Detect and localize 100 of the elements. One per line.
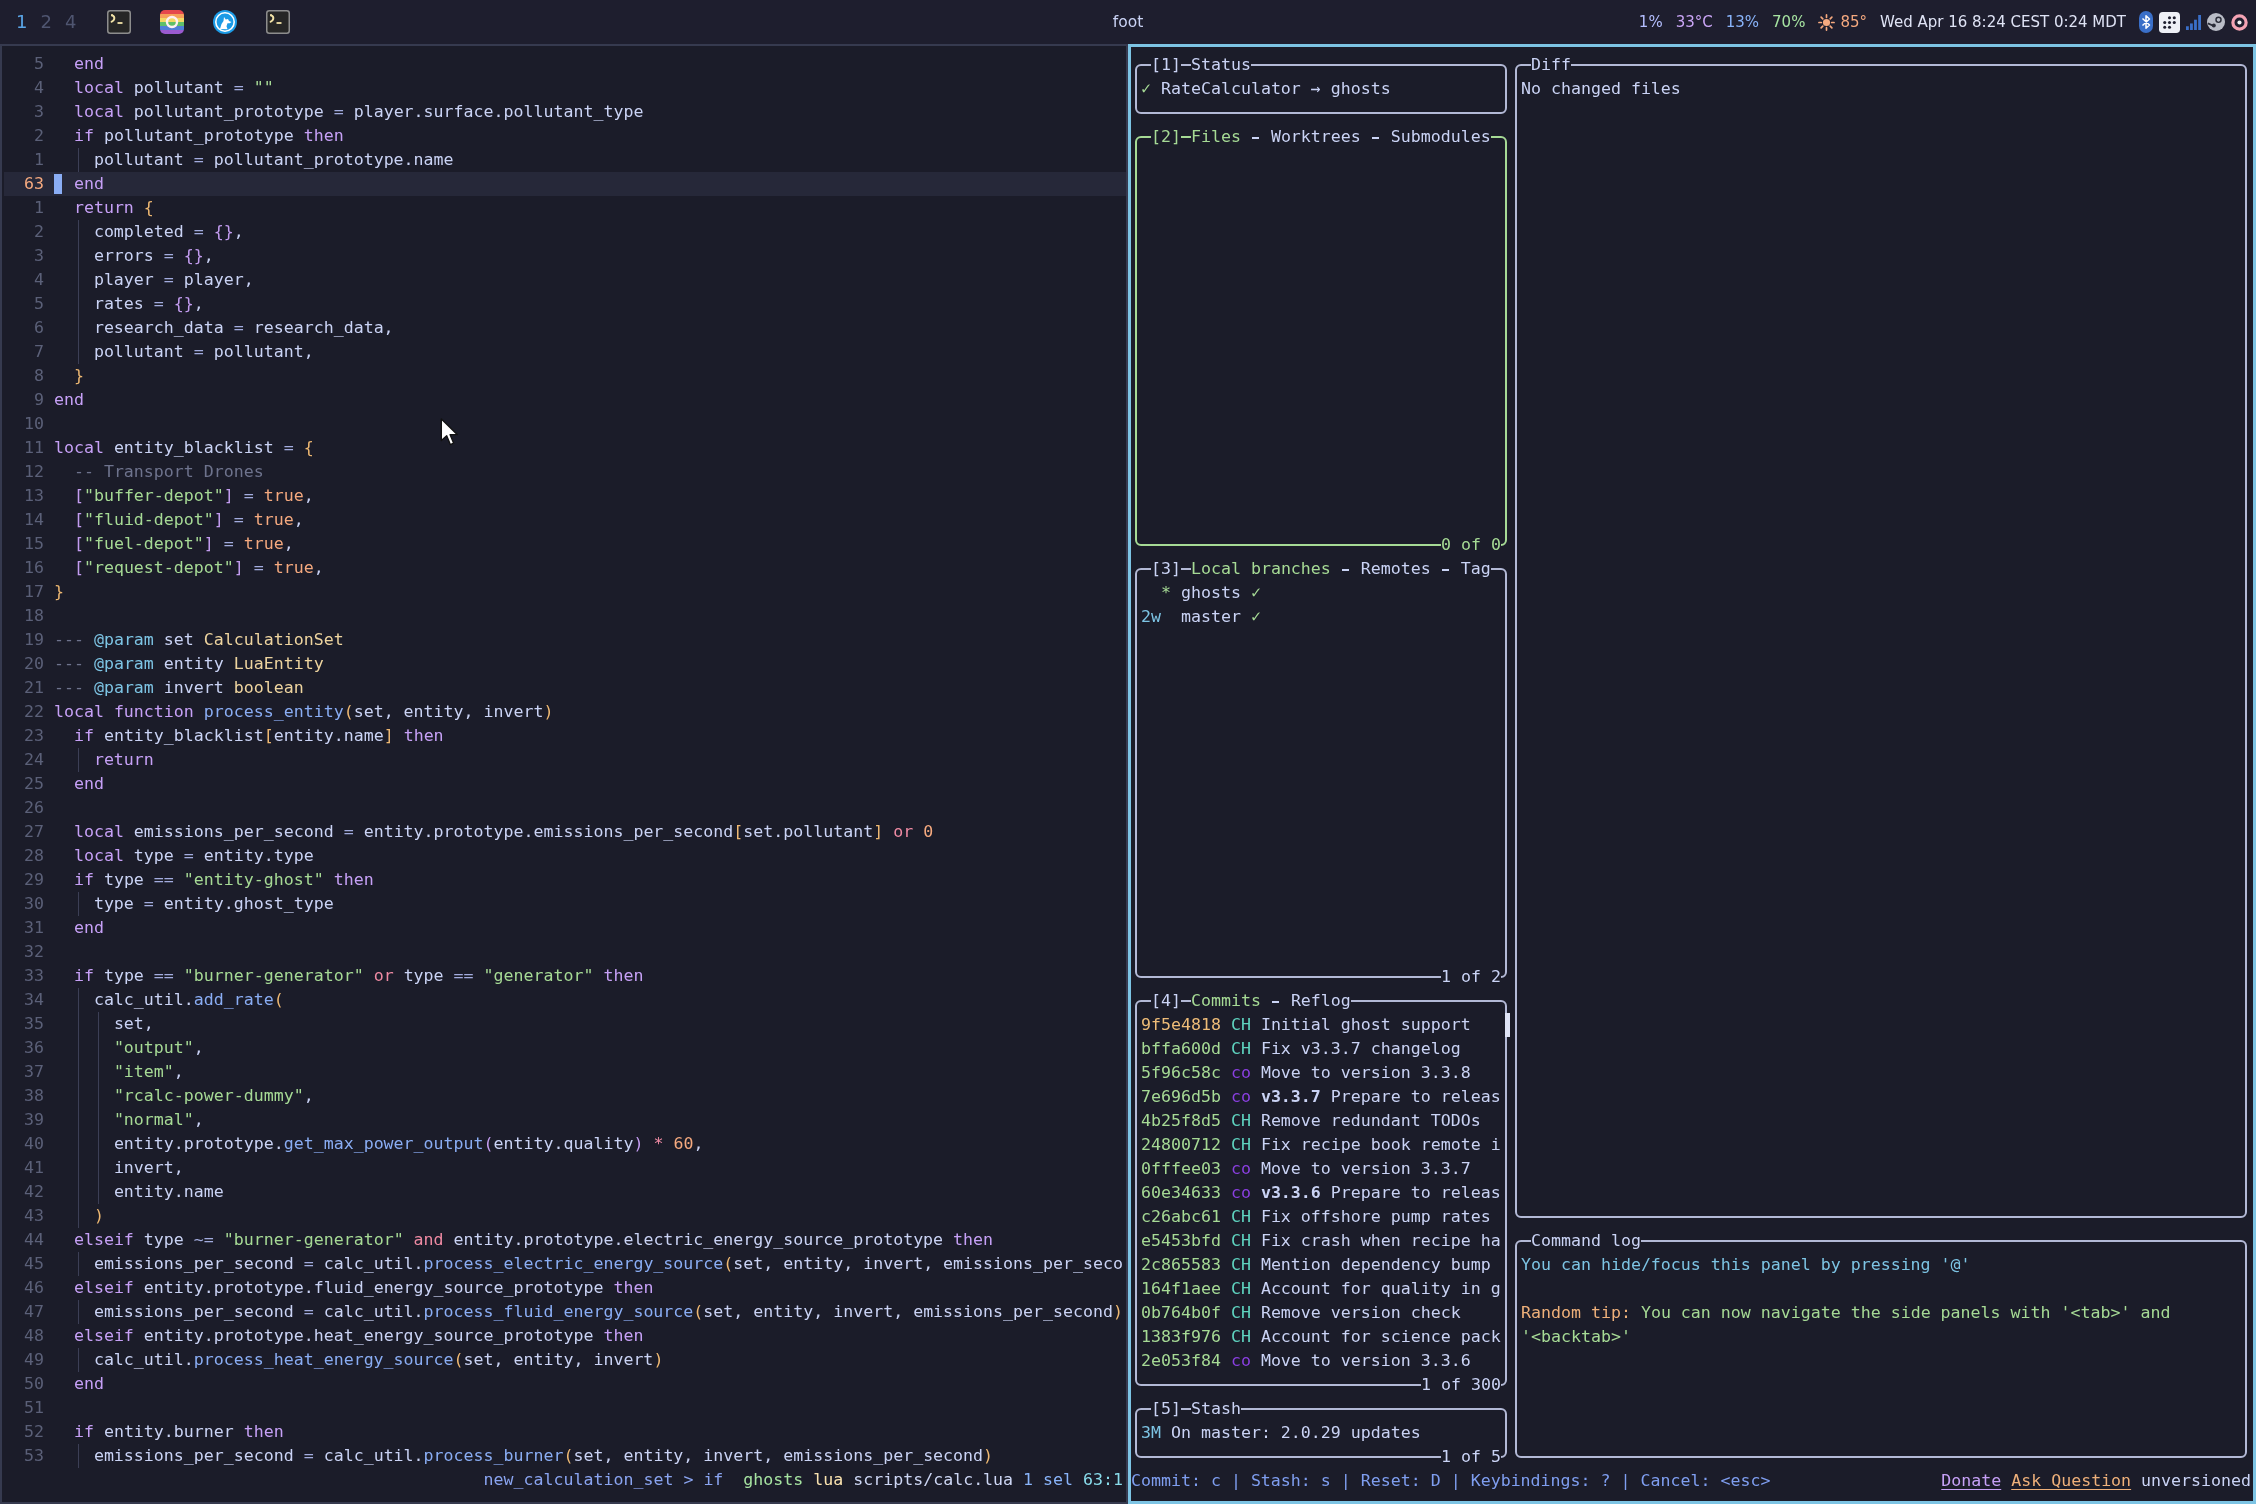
line-number: 63 xyxy=(22,173,44,195)
line-number: 12 xyxy=(22,461,44,483)
tip-text: Random tip: You can now navigate the side panels with '<tab>' and '<backtab>' xyxy=(1521,1302,2172,1348)
code-line: "normal", xyxy=(113,1109,204,1131)
commit-author: CH xyxy=(1230,1134,1251,1156)
terminal-icon[interactable] xyxy=(266,10,291,34)
line-number: 51 xyxy=(22,1397,44,1419)
code-line: completed = {}, xyxy=(93,221,244,243)
code-line: "output", xyxy=(113,1037,204,1059)
scrollbar-thumb[interactable] xyxy=(1505,1013,1510,1037)
ring-app-icon[interactable] xyxy=(2231,13,2248,31)
commit-author: co xyxy=(1230,1350,1251,1372)
code-line: pollutant = pollutant, xyxy=(93,341,314,363)
signal-bars-icon[interactable] xyxy=(2186,14,2201,30)
line-number: 26 xyxy=(22,797,44,819)
line-number: 29 xyxy=(22,869,44,891)
statusline-text: new_calculation_set > if xyxy=(483,1469,724,1491)
stash-message: On master: 2.0.29 updates xyxy=(1170,1422,1421,1444)
line-number: 42 xyxy=(22,1181,44,1203)
line-number: 9 xyxy=(32,389,44,411)
commit-author: CH xyxy=(1230,1278,1251,1300)
line-number: 5 xyxy=(32,293,44,315)
code-line: if type == "burner-generator" or type == "generator" then xyxy=(73,965,644,987)
commit-author: CH xyxy=(1230,1254,1251,1276)
code-line: elseif type ~= "burner-generator" and entity.prototype.electric_energy_source_prototype then xyxy=(73,1229,994,1251)
code-line: invert, xyxy=(113,1157,184,1179)
line-number: 2 xyxy=(32,125,44,147)
code-line: type = entity.ghost_type xyxy=(93,893,334,915)
line-number: 5 xyxy=(32,53,44,75)
commit-hash: c26abc61 xyxy=(1141,1206,1221,1228)
commit-hash: 24800712 xyxy=(1141,1134,1221,1156)
line-number: 1 xyxy=(32,197,44,219)
wolf-badge-icon[interactable] xyxy=(213,10,238,34)
keybinding-hints: Commit: c | Stash: s | Reset: D | Keybindings: ? | Cancel: <esc> xyxy=(1131,1470,1771,1492)
line-number: 28 xyxy=(22,845,44,867)
line-number: 22 xyxy=(22,701,44,723)
temperature-reading: 85° xyxy=(1840,13,1867,31)
code-line: ["fluid-depot"] = true, xyxy=(73,509,304,531)
code-line: end xyxy=(73,773,104,795)
line-number: 17 xyxy=(22,581,44,603)
line-number: 49 xyxy=(22,1349,44,1371)
code-line: end xyxy=(73,917,104,939)
commit-author: CH xyxy=(1230,1038,1251,1060)
commit-hash: 0b764b0f xyxy=(1141,1302,1221,1324)
commit-hash: 7e696d5b xyxy=(1141,1086,1221,1108)
code-line: entity.prototype.get_max_power_output(entity.quality) * 60, xyxy=(113,1133,704,1155)
line-number: 47 xyxy=(22,1301,44,1323)
terminal-icon[interactable] xyxy=(107,10,132,34)
commit-message: Remove version check xyxy=(1260,1302,1461,1324)
commit-message: Fix offshore pump rates xyxy=(1260,1206,1491,1228)
commit-author: co xyxy=(1230,1062,1251,1084)
line-number: 30 xyxy=(22,893,44,915)
line-number: 23 xyxy=(22,725,44,747)
line-number: 50 xyxy=(22,1373,44,1395)
commit-author: CH xyxy=(1230,1206,1251,1228)
code-line: calc_util.process_heat_energy_source(set, entity, invert) xyxy=(93,1349,664,1371)
commit-message: Fix recipe book remote i xyxy=(1260,1134,1501,1156)
stash-age: 3M xyxy=(1141,1422,1161,1444)
footer-link[interactable]: Donate xyxy=(1941,1469,2002,1493)
line-number: 3 xyxy=(32,245,44,267)
commit-message: Move to version 3.3.7 xyxy=(1260,1158,1471,1180)
code-line: if pollutant_prototype then xyxy=(73,125,344,147)
line-number: 11 xyxy=(22,437,44,459)
code-line: emissions_per_second = calc_util.process_burner(set, entity, invert, emissions_per_second) xyxy=(93,1445,994,1467)
line-number: 21 xyxy=(22,677,44,699)
line-number: 4 xyxy=(32,77,44,99)
footer-link[interactable]: Ask Question xyxy=(2011,1469,2132,1493)
dot-grid-icon[interactable] xyxy=(2159,11,2180,33)
line-number: 19 xyxy=(22,629,44,651)
line-number: 39 xyxy=(22,1109,44,1131)
code-line: if type == "entity-ghost" then xyxy=(73,869,374,891)
round-logo-icon[interactable] xyxy=(2207,13,2225,31)
line-number: 48 xyxy=(22,1325,44,1347)
status-reading: 1% xyxy=(1638,13,1663,31)
code-line: "rcalc-power-dummy", xyxy=(113,1085,314,1107)
code-line: --- @param set CalculationSet xyxy=(53,629,344,651)
line-number: 2 xyxy=(32,221,44,243)
commit-hash: 60e34633 xyxy=(1141,1182,1221,1204)
code-line: --- @param invert boolean xyxy=(53,677,304,699)
commit-hash: bffa600d xyxy=(1141,1038,1221,1060)
commit-author: CH xyxy=(1230,1230,1251,1252)
workspace-button[interactable]: 1 xyxy=(16,11,28,33)
line-number: 16 xyxy=(22,557,44,579)
line-number: 27 xyxy=(22,821,44,843)
commit-hash: 4b25f8d5 xyxy=(1141,1110,1221,1132)
line-number: 38 xyxy=(22,1085,44,1107)
code-line: errors = {}, xyxy=(93,245,214,267)
branch-check: ✓ xyxy=(1250,606,1261,628)
branch-recency: * xyxy=(1160,582,1171,604)
line-number: 14 xyxy=(22,509,44,531)
code-line: elseif entity.prototype.fluid_energy_source_prototype then xyxy=(73,1277,654,1299)
statusline-text: 1 sel xyxy=(1023,1469,1074,1491)
code-line: pollutant = pollutant_prototype.name xyxy=(93,149,454,171)
line-number: 45 xyxy=(22,1253,44,1275)
striped-tile-icon[interactable] xyxy=(160,10,185,34)
line-number: 35 xyxy=(22,1013,44,1035)
statusline-text: ghosts xyxy=(743,1469,804,1491)
commit-hash: 5f96c58c xyxy=(1141,1062,1221,1084)
diff-message: No changed files xyxy=(1521,78,1682,100)
bluetooth-icon[interactable] xyxy=(2139,11,2153,33)
